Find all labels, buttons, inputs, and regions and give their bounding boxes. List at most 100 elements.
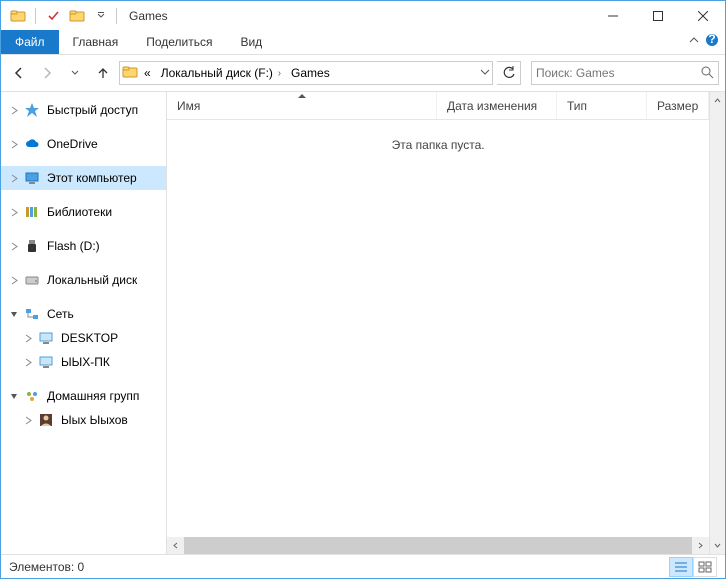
netpc-icon [37,353,55,371]
net-icon [23,305,41,323]
expander-icon[interactable] [7,103,21,117]
status-bar: Элементов: 0 [1,554,725,578]
tree-node[interactable]: ЫЫХ-ПК [1,350,166,374]
tree-node[interactable]: Локальный диск [1,268,166,292]
column-headers: Имя Дата изменения Тип Размер [167,92,709,120]
main-area: Быстрый доступ OneDrive Этот компьютер Библ… [1,91,725,554]
tree-node[interactable]: Библиотеки [1,200,166,224]
new-folder-icon[interactable] [66,5,88,27]
tree-node[interactable]: Flash (D:) [1,234,166,258]
recent-dropdown[interactable] [63,61,87,85]
expander-icon[interactable] [21,331,35,345]
item-count: Элементов: 0 [9,560,84,574]
expander-icon[interactable] [7,137,21,151]
tree-node[interactable]: Сеть [1,302,166,326]
title-divider [116,8,117,24]
horizontal-scrollbar[interactable] [167,537,709,554]
scroll-down-icon[interactable] [710,537,725,554]
navigation-tree[interactable]: Быстрый доступ OneDrive Этот компьютер Библ… [1,92,167,554]
titlebar: Games [1,1,725,31]
expander-icon[interactable] [7,273,21,287]
forward-button[interactable] [35,61,59,85]
minimize-button[interactable] [590,2,635,31]
col-date[interactable]: Дата изменения [437,92,557,119]
chevron-right-icon: › [275,68,281,79]
star-icon [23,101,41,119]
scroll-thumb[interactable] [184,537,692,554]
tree-label: Быстрый доступ [47,103,138,117]
file-tab[interactable]: Файл [1,30,59,54]
netpc-icon [37,329,55,347]
tree-node[interactable]: Ыых Ыыхов [1,408,166,432]
folder-icon [122,64,138,83]
tree-node[interactable]: OneDrive [1,132,166,156]
search-input[interactable] [536,66,700,80]
expander-icon[interactable] [7,389,21,403]
vertical-scrollbar[interactable] [709,92,725,554]
tree-label: DESKTOP [61,331,118,345]
user-icon [37,411,55,429]
tree-label: Этот компьютер [47,171,137,185]
close-button[interactable] [680,2,725,31]
col-size[interactable]: Размер [647,92,709,119]
svg-text:?: ? [708,33,715,46]
breadcrumb-prefix[interactable]: « [140,64,155,82]
details-view-button[interactable] [669,557,693,577]
tab-view[interactable]: Вид [226,30,276,54]
maximize-button[interactable] [635,2,680,31]
expander-icon[interactable] [21,413,35,427]
cloud-icon [23,135,41,153]
libs-icon [23,203,41,221]
refresh-button[interactable] [497,61,521,85]
qat-divider [35,8,36,24]
tree-node[interactable]: Быстрый доступ [1,98,166,122]
content-pane: Имя Дата изменения Тип Размер Эта папка … [167,92,709,554]
folder-icon [7,5,29,27]
scroll-left-icon[interactable] [167,537,184,554]
expander-icon[interactable] [7,239,21,253]
ribbon-tabs: Файл Главная Поделиться Вид ? [1,31,725,55]
expander-icon[interactable] [7,307,21,321]
quick-access-toolbar [7,5,112,27]
usb-icon [23,237,41,255]
tree-label: OneDrive [47,137,98,151]
col-name[interactable]: Имя [167,92,437,119]
scroll-right-icon[interactable] [692,537,709,554]
search-box[interactable] [531,61,719,85]
empty-message: Эта папка пуста. [167,120,709,537]
help-icon[interactable]: ? [705,33,719,50]
breadcrumb-part[interactable]: Локальный диск (F:) › [157,64,285,82]
expander-icon[interactable] [7,171,21,185]
tree-label: Сеть [47,307,74,321]
scroll-up-icon[interactable] [710,92,725,109]
tree-node[interactable]: Домашняя групп [1,384,166,408]
pc-icon [23,169,41,187]
tree-label: ЫЫХ-ПК [61,355,110,369]
tree-label: Ыых Ыыхов [61,413,128,427]
tree-label: Flash (D:) [47,239,100,253]
back-button[interactable] [7,61,31,85]
ribbon-expand-icon[interactable] [689,35,699,49]
properties-icon[interactable] [42,5,64,27]
qat-dropdown-icon[interactable] [90,5,112,27]
hdd-icon [23,271,41,289]
expander-icon[interactable] [21,355,35,369]
tab-share[interactable]: Поделиться [132,30,226,54]
home-icon [23,387,41,405]
navigation-bar: « Локальный диск (F:) › Games [1,55,725,91]
tree-label: Домашняя групп [47,389,139,403]
col-type[interactable]: Тип [557,92,647,119]
address-dropdown-icon[interactable] [480,66,490,80]
thumbnails-view-button[interactable] [693,557,717,577]
breadcrumb-part[interactable]: Games [287,64,334,82]
tree-label: Библиотеки [47,205,112,219]
search-icon[interactable] [700,65,714,82]
tree-label: Локальный диск [47,273,137,287]
address-bar[interactable]: « Локальный диск (F:) › Games [119,61,493,85]
expander-icon[interactable] [7,205,21,219]
window-title: Games [129,9,168,23]
tree-node[interactable]: DESKTOP [1,326,166,350]
tab-home[interactable]: Главная [59,30,133,54]
tree-node[interactable]: Этот компьютер [1,166,166,190]
up-button[interactable] [91,61,115,85]
